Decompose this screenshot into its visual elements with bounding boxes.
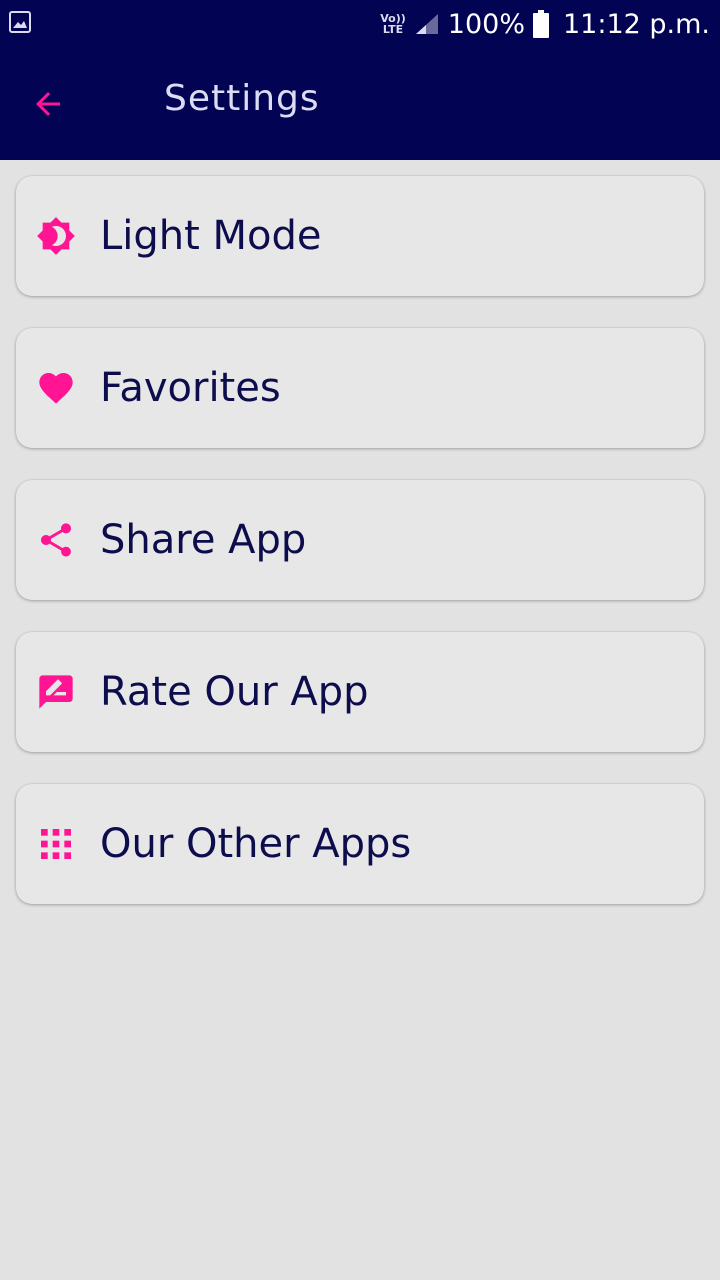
settings-item-share-app[interactable]: Share App (16, 480, 704, 600)
settings-item-label: Share App (100, 517, 307, 563)
settings-item-rate-our-app[interactable]: Rate Our App (16, 632, 704, 752)
battery-icon (533, 10, 549, 38)
back-button[interactable] (24, 80, 72, 128)
apps-grid-icon (36, 824, 76, 864)
volte-indicator: Vo)) LTE (380, 13, 406, 35)
rate-review-icon (36, 672, 76, 712)
share-icon (36, 520, 76, 560)
page-title: Settings (164, 78, 320, 119)
arrow-back-icon (36, 92, 60, 116)
settings-item-label: Light Mode (100, 213, 322, 259)
settings-item-our-other-apps[interactable]: Our Other Apps (16, 784, 704, 904)
heart-icon (36, 368, 76, 408)
settings-item-label: Rate Our App (100, 669, 369, 715)
settings-item-label: Favorites (100, 365, 281, 411)
settings-item-label: Our Other Apps (100, 821, 412, 867)
settings-item-favorites[interactable]: Favorites (16, 328, 704, 448)
gallery-notification-icon (9, 11, 31, 33)
signal-icon (415, 14, 438, 34)
status-indicators: Vo)) LTE 100% 11:12 p.m. (380, 0, 710, 48)
status-bar: Vo)) LTE 100% 11:12 p.m. (0, 0, 720, 48)
brightness-icon (36, 216, 76, 256)
battery-percentage: 100% (447, 8, 525, 40)
settings-item-light-mode[interactable]: Light Mode (16, 176, 704, 296)
clock: 11:12 p.m. (563, 8, 710, 40)
volte-bottom: LTE (382, 23, 404, 36)
app-bar: Settings (0, 48, 720, 160)
